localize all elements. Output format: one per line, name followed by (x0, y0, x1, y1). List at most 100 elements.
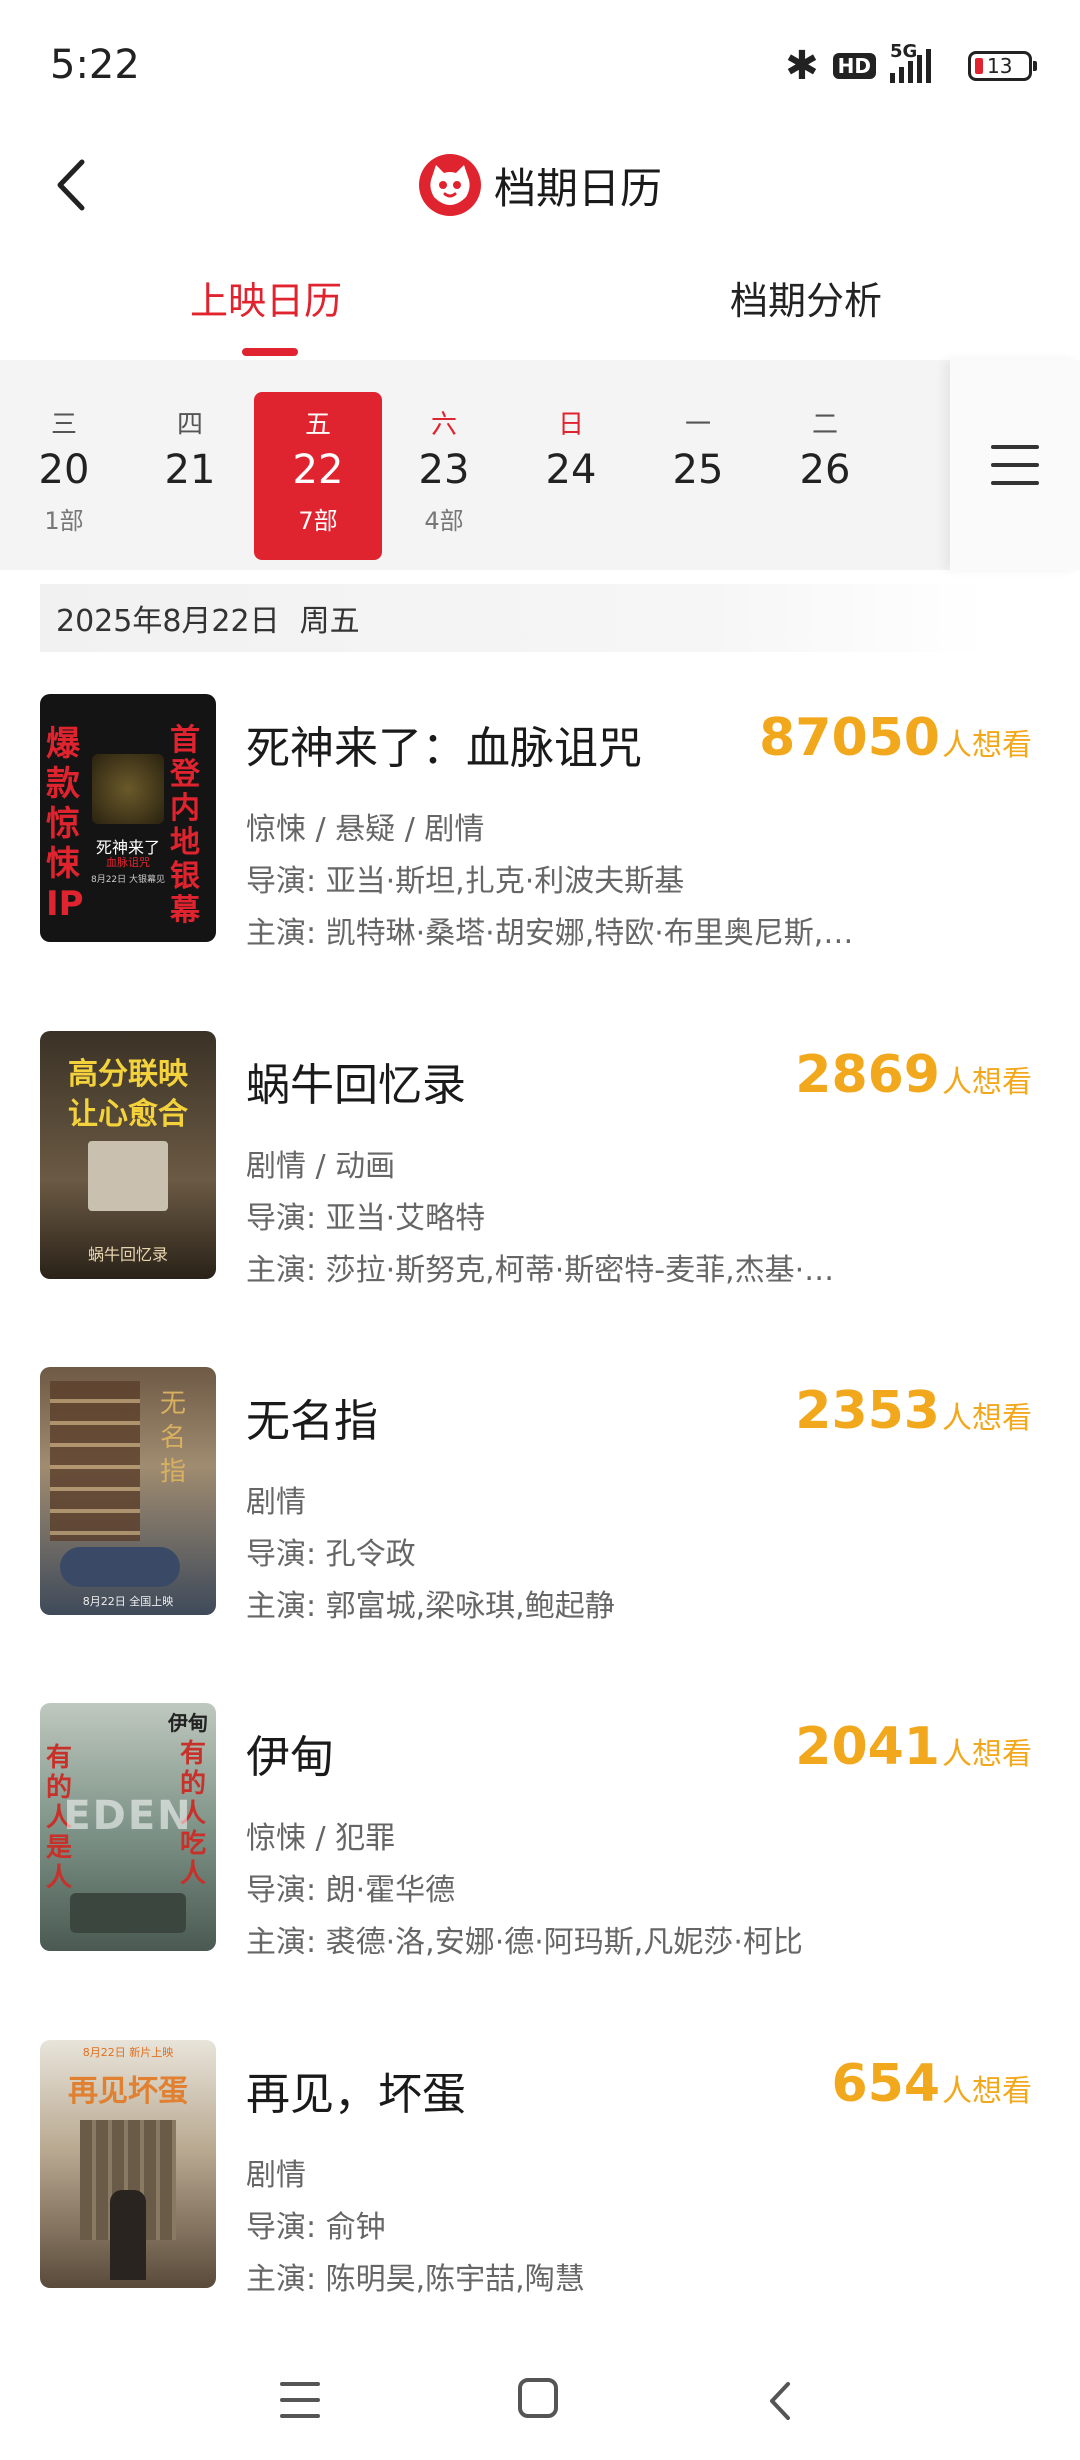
header-title-group: 档期日历 (0, 140, 1080, 230)
hamburger-menu-icon (991, 445, 1039, 485)
movie-poster[interactable]: 8月22日 新片上映 再见坏蛋 (40, 2040, 216, 2288)
date-strip: 三 20 1部 四 21 五 22 7部 六 23 4部 日 24 一 25 二… (0, 360, 1080, 570)
movie-director: 导演: 亚当·斯坦,扎克·利波夫斯基 (246, 864, 685, 899)
status-icons: ✱ HD 5G 13 (785, 41, 1037, 89)
maoyan-cat-logo-icon (418, 154, 481, 216)
nav-back-icon[interactable] (760, 2376, 800, 2426)
selected-weekday: 周五 (299, 604, 360, 639)
tab-release-calendar[interactable]: 上映日历 (190, 270, 342, 325)
date-cell[interactable]: 六 23 4部 (380, 392, 508, 560)
weekday-label: 六 (430, 410, 457, 440)
poster-subtitle-text: 血脉诅咒 (106, 856, 150, 869)
movie-cast: 主演: 陈明昊,陈宇喆,陶慧 (246, 2262, 585, 2297)
network-type: 5G (890, 41, 918, 62)
poster-line1: 高分联映 (68, 1057, 188, 1092)
movie-genres: 剧情 / 动画 (246, 1149, 396, 1184)
movie-poster[interactable]: 无名指 8月22日 全国上映 (40, 1367, 216, 1615)
recent-apps-icon[interactable] (280, 2382, 320, 2418)
signal-icon: 5G (890, 41, 954, 83)
selected-date: 2025年8月22日 (56, 604, 280, 639)
battery-level: 13 (987, 54, 1013, 78)
want-label: 人想看 (942, 1737, 1032, 1772)
poster-date-text: 8月22日 大银幕见 (90, 875, 166, 885)
movie-count: 1部 (44, 507, 84, 535)
movie-director: 导演: 亚当·艾略特 (246, 1201, 486, 1236)
want-count: 654 (831, 2054, 940, 2114)
want-to-see: 87050 人想看 (759, 708, 1032, 768)
movie-item[interactable]: 爆款惊悚IP 首登内地银幕 死神来了 血脉诅咒 8月22日 大银幕见 死神来了：… (0, 694, 1080, 951)
movie-cast: 主演: 莎拉·斯努克,柯蒂·斯密特-麦菲,杰基·… (246, 1253, 835, 1288)
movie-title[interactable]: 死神来了：血脉诅咒 (246, 712, 642, 776)
movie-title[interactable]: 无名指 (246, 1385, 378, 1449)
poster-top-text: 伊甸 (168, 1711, 208, 1735)
movie-director: 导演: 孔令政 (246, 1537, 416, 1572)
date-cell[interactable]: 三 20 1部 (0, 392, 128, 560)
want-count: 2353 (795, 1381, 940, 1441)
poster-left-text: 爆款惊悚IP (46, 724, 84, 924)
poster-title-text: 再见坏蛋 (68, 2074, 188, 2109)
tab-active-indicator (242, 348, 298, 356)
movie-item[interactable]: 伊甸 有的人是人 有的人吃人 EDEN 伊甸 2041 人想看 惊悚 / 犯罪 … (0, 1703, 1080, 1960)
want-to-see: 2869 人想看 (795, 1045, 1032, 1105)
poster-right-text: 首登内地银幕 (170, 723, 200, 928)
date-cell[interactable]: 一 25 (634, 392, 762, 560)
tab-schedule-analysis[interactable]: 档期分析 (730, 270, 882, 325)
movie-director: 导演: 朗·霍华德 (246, 1873, 456, 1908)
movie-cast: 主演: 凯特琳·桑塔·胡安娜,特欧·布里奥尼斯,… (246, 916, 854, 951)
movie-title[interactable]: 伊甸 (246, 1721, 334, 1785)
poster-vertical-title: 无名指 (160, 1389, 187, 1487)
movie-title[interactable]: 再见，坏蛋 (246, 2058, 466, 2122)
date-number: 22 (292, 447, 344, 493)
home-icon[interactable] (518, 2378, 558, 2418)
date-cell[interactable]: 二 26 (761, 392, 889, 560)
status-time: 5:22 (50, 42, 140, 88)
status-bar: 5:22 ✱ HD 5G 13 (0, 0, 1080, 130)
poster-line2: 让心愈合 (68, 1097, 188, 1132)
want-label: 人想看 (942, 728, 1032, 763)
date-number: 26 (799, 447, 851, 493)
bluetooth-icon: ✱ (785, 43, 819, 89)
movie-poster[interactable]: 高分联映 让心愈合 蜗牛回忆录 (40, 1031, 216, 1279)
movie-genres: 剧情 (246, 2158, 306, 2193)
date-number: 23 (418, 447, 470, 493)
page-title: 档期日历 (493, 163, 662, 213)
movie-item[interactable]: 无名指 8月22日 全国上映 无名指 2353 人想看 剧情 导演: 孔令政 主… (0, 1367, 1080, 1624)
weekday-label: 日 (557, 410, 584, 440)
movie-item[interactable]: 8月22日 新片上映 再见坏蛋 再见，坏蛋 654 人想看 剧情 导演: 俞钟 … (0, 2040, 1080, 2297)
date-number: 20 (38, 447, 90, 493)
want-count: 87050 (759, 708, 940, 768)
poster-bottom-text: 蜗牛回忆录 (87, 1245, 168, 1264)
weekday-label: 四 (176, 410, 203, 440)
date-cell-selected[interactable]: 五 22 7部 (254, 392, 382, 560)
weekday-label: 五 (304, 410, 331, 440)
poster-center-text: EDEN (63, 1793, 193, 1839)
weekday-label: 二 (811, 410, 838, 440)
want-to-see: 2041 人想看 (795, 1717, 1032, 1777)
date-cell[interactable]: 四 21 (126, 392, 254, 560)
app-header: 档期日历 (0, 130, 1080, 250)
date-number: 25 (672, 447, 724, 493)
movie-genres: 惊悚 / 犯罪 (246, 1821, 396, 1856)
want-count: 2041 (795, 1717, 940, 1777)
calendar-menu-button[interactable] (950, 360, 1080, 570)
movie-title[interactable]: 蜗牛回忆录 (246, 1049, 466, 1113)
hd-badge: HD (832, 53, 876, 79)
movie-poster[interactable]: 爆款惊悚IP 首登内地银幕 死神来了 血脉诅咒 8月22日 大银幕见 (40, 694, 216, 942)
want-label: 人想看 (942, 1401, 1032, 1436)
movie-poster[interactable]: 伊甸 有的人是人 有的人吃人 EDEN (40, 1703, 216, 1951)
want-label: 人想看 (942, 1065, 1032, 1100)
weekday-label: 三 (50, 410, 77, 440)
poster-top-text: 8月22日 新片上映 (82, 2046, 174, 2059)
movie-count: 4部 (424, 507, 464, 535)
selected-date-bar: 2025年8月22日 周五 (40, 584, 990, 652)
battery-icon: 13 (968, 51, 1037, 81)
tab-bar: 上映日历 档期分析 (0, 250, 1080, 360)
movie-cast: 主演: 裘德·洛,安娜·德·阿玛斯,凡妮莎·柯比 (246, 1925, 803, 1960)
movie-director: 导演: 俞钟 (246, 2210, 386, 2245)
date-number: 24 (545, 447, 597, 493)
poster-date-text: 8月22日 全国上映 (82, 1595, 174, 1608)
want-to-see: 2353 人想看 (795, 1381, 1032, 1441)
date-number: 21 (164, 447, 216, 493)
movie-item[interactable]: 高分联映 让心愈合 蜗牛回忆录 蜗牛回忆录 2869 人想看 剧情 / 动画 导… (0, 1031, 1080, 1288)
date-cell[interactable]: 日 24 (507, 392, 635, 560)
